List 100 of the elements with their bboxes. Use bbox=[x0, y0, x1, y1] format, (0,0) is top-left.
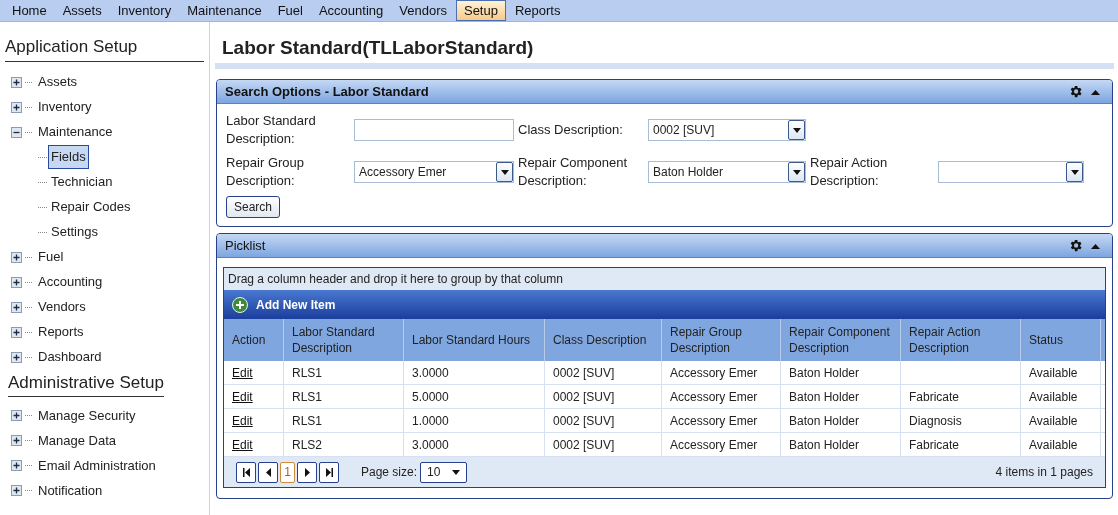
table-cell: Diagnosis bbox=[901, 409, 1021, 432]
first-page-button[interactable] bbox=[236, 461, 256, 483]
tree-connector-line bbox=[25, 355, 32, 359]
page-size-label: Page size: bbox=[361, 464, 418, 481]
table-cell: RLS1 bbox=[284, 409, 404, 432]
expand-icon[interactable] bbox=[11, 410, 22, 421]
tree-item[interactable]: Assets bbox=[35, 71, 80, 93]
tree-item[interactable]: Accounting bbox=[35, 271, 106, 293]
table-cell: Baton Holder bbox=[781, 361, 901, 384]
tree-connector-line bbox=[25, 80, 32, 84]
dropdown-field[interactable]: 0002 [SUV] bbox=[648, 119, 806, 141]
collapse-icon[interactable] bbox=[1091, 242, 1100, 249]
table-cell: 0002 [SUV] bbox=[545, 433, 662, 456]
expand-icon[interactable] bbox=[11, 301, 22, 313]
menu-item[interactable]: Setup bbox=[455, 0, 506, 21]
dropdown-field[interactable]: Baton Holder bbox=[648, 161, 806, 183]
expand-icon[interactable] bbox=[11, 101, 22, 113]
table-cell: 3.0000 bbox=[404, 433, 545, 456]
collapse-icon[interactable] bbox=[1091, 88, 1100, 95]
tree-item[interactable]: Manage Data bbox=[35, 429, 120, 452]
menu-item[interactable]: Home bbox=[4, 0, 55, 21]
edit-link[interactable]: Edit bbox=[232, 363, 253, 382]
tree-item[interactable]: Manage Security bbox=[35, 404, 139, 427]
table-cell: RLS1 bbox=[284, 361, 404, 384]
tree-item[interactable]: Fields bbox=[48, 145, 89, 169]
page-size-dropdown[interactable]: 10 bbox=[420, 461, 468, 483]
menu-item[interactable]: Fuel bbox=[269, 0, 311, 21]
tree-connector-line bbox=[38, 155, 48, 159]
tree-item[interactable]: Dashboard bbox=[35, 346, 105, 368]
column-header[interactable]: Status bbox=[1021, 319, 1101, 361]
column-header[interactable]: Action bbox=[224, 319, 284, 361]
next-icon bbox=[302, 467, 312, 477]
column-header[interactable]: Repair Group Description bbox=[662, 319, 781, 361]
expand-icon[interactable] bbox=[11, 460, 22, 471]
expand-icon[interactable] bbox=[11, 351, 22, 363]
tree-item[interactable]: Email Administration bbox=[35, 454, 159, 477]
expand-icon[interactable] bbox=[11, 435, 22, 446]
expand-icon[interactable] bbox=[11, 485, 22, 496]
column-header[interactable]: Class Description bbox=[545, 319, 662, 361]
collapse-icon[interactable] bbox=[11, 126, 22, 138]
next-page-button[interactable] bbox=[297, 461, 317, 483]
caret-icon bbox=[1070, 169, 1079, 175]
menu-item[interactable]: Vendors bbox=[391, 0, 455, 21]
menu-item[interactable]: Reports bbox=[506, 0, 569, 21]
tree-item[interactable]: Vendors bbox=[35, 296, 89, 318]
edit-link[interactable]: Edit bbox=[232, 411, 253, 430]
table-cell: Baton Holder bbox=[781, 385, 901, 408]
expand-icon[interactable] bbox=[11, 326, 22, 338]
previous-page-button[interactable] bbox=[258, 461, 278, 483]
plus-icon bbox=[232, 296, 248, 313]
edit-link[interactable]: Edit bbox=[232, 435, 253, 454]
settings-icon[interactable] bbox=[1068, 238, 1083, 253]
menu-item[interactable]: Maintenance bbox=[179, 0, 270, 21]
tree-connector-line bbox=[25, 414, 32, 417]
page-number-button[interactable]: 1 bbox=[280, 461, 295, 483]
tree-connector-line bbox=[25, 280, 32, 284]
table-cell: Baton Holder bbox=[781, 409, 901, 432]
tree-item[interactable]: Inventory bbox=[35, 96, 95, 118]
expand-icon[interactable] bbox=[11, 276, 22, 288]
expand-icon[interactable] bbox=[11, 251, 22, 263]
menu-item[interactable]: Assets bbox=[54, 0, 110, 21]
tree-item[interactable]: Notification bbox=[35, 479, 106, 502]
tree-item[interactable]: Repair Codes bbox=[48, 195, 134, 219]
menu-item[interactable]: Inventory bbox=[109, 0, 180, 21]
edit-link[interactable]: Edit bbox=[232, 387, 253, 406]
tree-connector-line bbox=[25, 439, 32, 442]
first-page-icon bbox=[241, 467, 251, 477]
page-title: Labor Standard(TLLaborStandard) bbox=[215, 22, 1114, 69]
table-cell: RLS2 bbox=[284, 433, 404, 456]
panel-title: Picklist bbox=[225, 236, 266, 255]
dropdown-field[interactable]: Accessory Emer bbox=[354, 161, 514, 183]
table-cell: Accessory Emer bbox=[662, 361, 781, 384]
add-new-item-button[interactable]: Add New Item bbox=[232, 295, 336, 314]
last-page-button[interactable] bbox=[319, 461, 339, 483]
table-cell: RLS1 bbox=[284, 385, 404, 408]
pager-summary: 4 items in 1 pages bbox=[995, 464, 1093, 481]
tree-item[interactable]: Fuel bbox=[35, 246, 67, 268]
settings-icon[interactable] bbox=[1068, 84, 1083, 99]
tree-connector-line bbox=[38, 230, 48, 234]
tree-item[interactable]: Technician bbox=[48, 170, 116, 194]
column-header[interactable]: Repair Component Description bbox=[781, 319, 901, 361]
tree-connector-line bbox=[25, 305, 32, 309]
column-header[interactable]: Labor Standard Hours bbox=[404, 319, 545, 361]
expand-icon[interactable] bbox=[11, 76, 22, 88]
table-cell: Fabricate bbox=[901, 433, 1021, 456]
dropdown-field[interactable] bbox=[938, 161, 1084, 183]
menu-item[interactable]: Accounting bbox=[310, 0, 392, 21]
tree-item[interactable]: Settings bbox=[48, 220, 101, 244]
group-drop-area: Drag a column header and drop it here to group by that column bbox=[224, 268, 1105, 290]
tree-connector-line bbox=[25, 255, 32, 259]
column-header[interactable]: Labor Standard Description bbox=[284, 319, 404, 361]
tree-item[interactable]: Maintenance bbox=[35, 121, 116, 143]
search-button[interactable]: Search bbox=[226, 196, 281, 218]
tree-item[interactable]: Reports bbox=[35, 321, 87, 343]
text-field[interactable] bbox=[354, 119, 514, 141]
table-cell: Accessory Emer bbox=[662, 433, 781, 456]
column-header[interactable]: Repair Action Description bbox=[901, 319, 1021, 361]
table-cell: Available bbox=[1021, 361, 1101, 384]
table-cell: 3.0000 bbox=[404, 361, 545, 384]
panel-title: Search Options - Labor Standard bbox=[225, 82, 429, 101]
